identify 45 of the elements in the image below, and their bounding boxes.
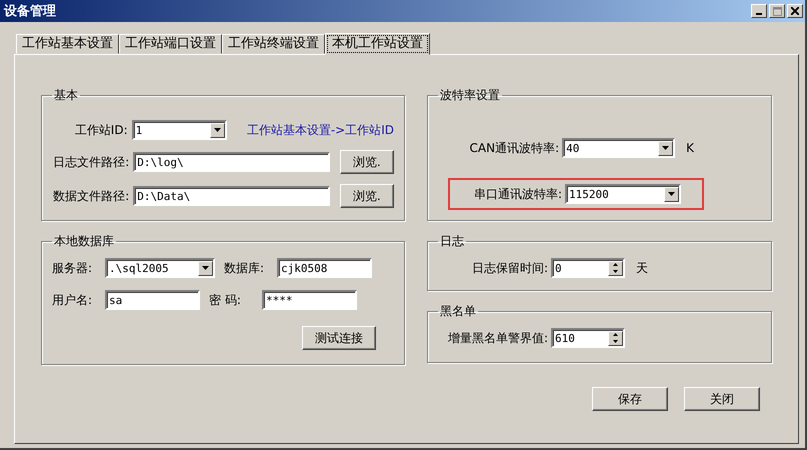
field-label: 串口通讯波特率: bbox=[472, 186, 562, 202]
dialog-button[interactable]: 保存 bbox=[592, 387, 668, 411]
unit-label: K bbox=[686, 141, 694, 155]
spin-field[interactable]: 0 bbox=[551, 258, 625, 278]
field-label: 日志保留时间: bbox=[470, 260, 548, 276]
tab[interactable]: 工作站基本设置 bbox=[16, 34, 119, 54]
dialog-button[interactable]: 关闭 bbox=[684, 387, 760, 411]
field-label: CAN通讯波特率: bbox=[468, 140, 560, 156]
group-title: 基本 bbox=[53, 87, 79, 104]
window-title: 设备管理 bbox=[4, 3, 56, 20]
group-title: 日志 bbox=[439, 233, 465, 250]
group-title: 黑名单 bbox=[439, 303, 477, 320]
field-label: 数据库: bbox=[224, 260, 266, 276]
unit-label: 天 bbox=[636, 260, 648, 276]
dropdown[interactable]: .\sql2005 bbox=[105, 258, 215, 278]
hint-text: 工作站基本设置->工作站ID bbox=[246, 122, 394, 138]
browse-button[interactable]: 浏览. bbox=[340, 184, 394, 208]
field-label: 数据文件路径: bbox=[52, 188, 130, 204]
dropdown[interactable]: 40 bbox=[562, 138, 676, 158]
dropdown[interactable]: 115200 bbox=[565, 184, 681, 204]
group-title: 本地数据库 bbox=[53, 233, 115, 250]
test-connection-button[interactable]: 测试连接 bbox=[302, 326, 376, 350]
input-field[interactable]: sa bbox=[105, 290, 200, 310]
input-field[interactable]: D:\Data\ bbox=[133, 186, 330, 206]
field-label: 工作站ID: bbox=[74, 122, 128, 138]
close-icon[interactable] bbox=[791, 7, 799, 15]
maximize-button[interactable] bbox=[769, 4, 785, 18]
field-label: 日志文件路径: bbox=[52, 154, 130, 170]
tab[interactable]: 工作站端口设置 bbox=[119, 34, 222, 54]
tab[interactable]: 本机工作站设置 bbox=[325, 33, 430, 55]
spin-field[interactable]: 610 bbox=[551, 328, 625, 348]
spinner-arrows-icon[interactable] bbox=[608, 330, 623, 346]
field-label: 增量黑名单警界值: bbox=[446, 330, 548, 346]
minimize-button[interactable] bbox=[751, 4, 767, 18]
spinner-arrows-icon[interactable] bbox=[608, 260, 623, 276]
browse-button[interactable]: 浏览. bbox=[340, 150, 394, 174]
input-field[interactable]: **** bbox=[262, 290, 357, 310]
input-field[interactable]: D:\log\ bbox=[133, 152, 330, 172]
close-button[interactable] bbox=[787, 4, 803, 18]
dropdown[interactable]: 1 bbox=[132, 120, 227, 140]
group-title: 波特率设置 bbox=[439, 87, 501, 104]
field-label: 服务器: bbox=[52, 260, 94, 276]
input-field[interactable]: cjk0508 bbox=[277, 258, 372, 278]
field-label: 密 码: bbox=[209, 292, 242, 308]
field-label: 用户名: bbox=[52, 292, 94, 308]
